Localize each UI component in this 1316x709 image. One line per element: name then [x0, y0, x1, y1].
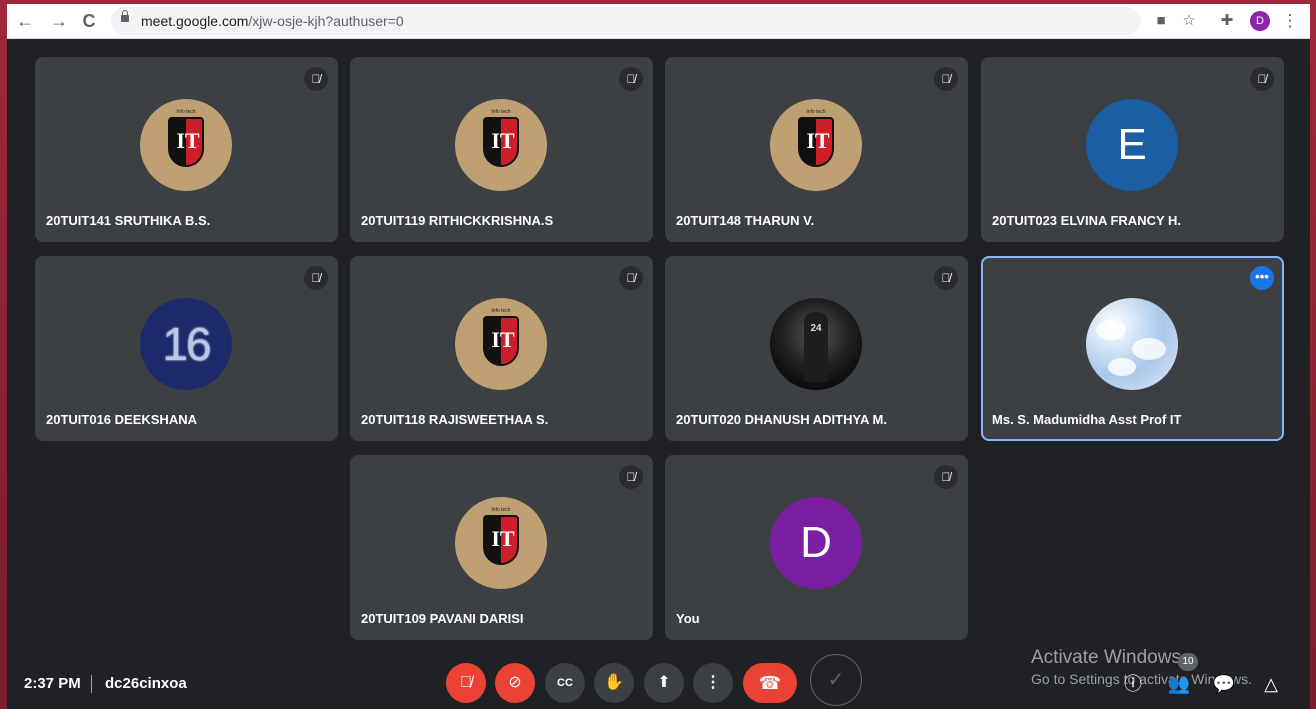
camera-icon[interactable]: ■ [1151, 11, 1171, 31]
mic-off-icon: 🎙̸ [619, 465, 643, 489]
mic-off-icon: 🎙̸ [304, 266, 328, 290]
participant-name: 20TUIT119 RITHICKKRISHNA.S [361, 213, 554, 228]
meet-stage: 🎙̸ Info tech IT 20TUIT141 SRUTHIKA B.S. … [7, 39, 1310, 709]
participant-tile[interactable]: 🎙̸ E 20TUIT023 ELVINA FRANCY H. [981, 57, 1284, 242]
menu-icon[interactable]: ⋮ [1280, 11, 1300, 31]
activate-windows-title: Activate Windows [1031, 647, 1181, 668]
participant-tile[interactable]: 🎙̸ Info tech IT 20TUIT109 PAVANI DARISI [350, 455, 653, 640]
mic-off-icon: 🎙̸ [619, 266, 643, 290]
captions-button[interactable]: CC [545, 663, 585, 703]
participant-name: 20TUIT118 RAJISWEETHAA S. [361, 412, 549, 427]
camera-toggle-button[interactable]: ⊘ [495, 663, 535, 703]
raise-hand-button[interactable]: ✋ [594, 663, 634, 703]
participant-tile[interactable]: 🎙̸ Info tech IT 20TUIT118 RAJISWEETHAA S… [350, 256, 653, 441]
more-options-icon[interactable]: ••• [1250, 266, 1274, 290]
forward-icon[interactable]: → [49, 11, 69, 31]
participant-tile[interactable]: 🎙̸ 24 20TUIT020 DHANUSH ADITHYA M. [665, 256, 968, 441]
participant-tile[interactable]: 🎙̸ 16 20TUIT016 DEEKSHANA [35, 256, 338, 441]
mic-off-icon: 🎙̸ [934, 266, 958, 290]
desktop-frame-left [0, 0, 7, 709]
profile-avatar[interactable]: D [1250, 11, 1270, 31]
avatar: 24 [770, 298, 862, 390]
url-host: meet.google.com [141, 13, 249, 29]
participant-name: 20TUIT109 PAVANI DARISI [361, 611, 524, 626]
participant-name: Ms. S. Madumidha Asst Prof IT [992, 412, 1182, 427]
browser-toolbar: ← → C meet.google.com/xjw-osje-kjh?authu… [7, 4, 1310, 39]
mic-off-icon: 🎙̸ [1250, 67, 1274, 91]
avatar: 16 [140, 298, 232, 390]
back-icon[interactable]: ← [15, 11, 35, 31]
participant-name: 20TUIT016 DEEKSHANA [46, 412, 197, 427]
divider [91, 675, 92, 693]
url-path: /xjw-osje-kjh?authuser=0 [248, 13, 404, 29]
address-bar[interactable]: meet.google.com/xjw-osje-kjh?authuser=0 [111, 7, 1141, 35]
reload-icon[interactable]: C [79, 11, 99, 31]
participant-name: 20TUIT023 ELVINA FRANCY H. [992, 213, 1182, 228]
people-icon[interactable]: 👥 [1167, 672, 1191, 696]
participant-tile[interactable]: 🎙̸ Info tech IT 20TUIT148 THARUN V. [665, 57, 968, 242]
attendance-check-icon[interactable]: ✓ [810, 654, 862, 706]
mic-off-icon: 🎙̸ [619, 67, 643, 91]
meeting-time: 2:37 PM [24, 675, 81, 692]
participant-tile[interactable]: 🎙̸ Info tech IT 20TUIT141 SRUTHIKA B.S. [35, 57, 338, 242]
participant-name: 20TUIT020 DHANUSH ADITHYA M. [676, 412, 887, 427]
avatar: Info tech IT [770, 99, 862, 191]
participant-name: 20TUIT141 SRUTHIKA B.S. [46, 213, 211, 228]
participant-tile-self[interactable]: 🎙̸ D You [665, 455, 968, 640]
more-options-button[interactable]: ⋮ [693, 663, 733, 703]
participant-tile[interactable]: 🎙̸ Info tech IT 20TUIT119 RITHICKKRISHNA… [350, 57, 653, 242]
present-button[interactable]: ⬆ [644, 663, 684, 703]
mic-toggle-button[interactable]: 🎙̸ [446, 663, 486, 703]
avatar: Info tech IT [455, 497, 547, 589]
avatar: Info tech IT [455, 99, 547, 191]
mic-off-icon: 🎙̸ [934, 465, 958, 489]
avatar: Info tech IT [455, 298, 547, 390]
meeting-code: dc26cinxoa [105, 675, 187, 692]
avatar: E [1086, 99, 1178, 191]
star-icon[interactable]: ☆ [1179, 11, 1199, 31]
avatar: D [770, 497, 862, 589]
activities-icon[interactable]: △ [1259, 672, 1283, 696]
avatar: Info tech IT [140, 99, 232, 191]
extensions-icon[interactable]: ✚ [1217, 11, 1237, 31]
participant-name: You [676, 611, 700, 626]
chat-icon[interactable]: 💬 [1212, 672, 1236, 696]
mic-off-icon: 🎙̸ [304, 67, 328, 91]
lock-icon [121, 10, 129, 22]
people-count-badge: 10 [1178, 653, 1198, 671]
participant-tile-presenter[interactable]: ••• Ms. S. Madumidha Asst Prof IT [981, 256, 1284, 441]
participant-name: 20TUIT148 THARUN V. [676, 213, 815, 228]
mic-off-icon: 🎙̸ [934, 67, 958, 91]
desktop-frame-right [1310, 0, 1316, 709]
avatar [1086, 298, 1178, 390]
leave-call-button[interactable]: ☎ [743, 663, 797, 703]
meeting-details-icon[interactable]: ⓘ [1121, 672, 1145, 696]
